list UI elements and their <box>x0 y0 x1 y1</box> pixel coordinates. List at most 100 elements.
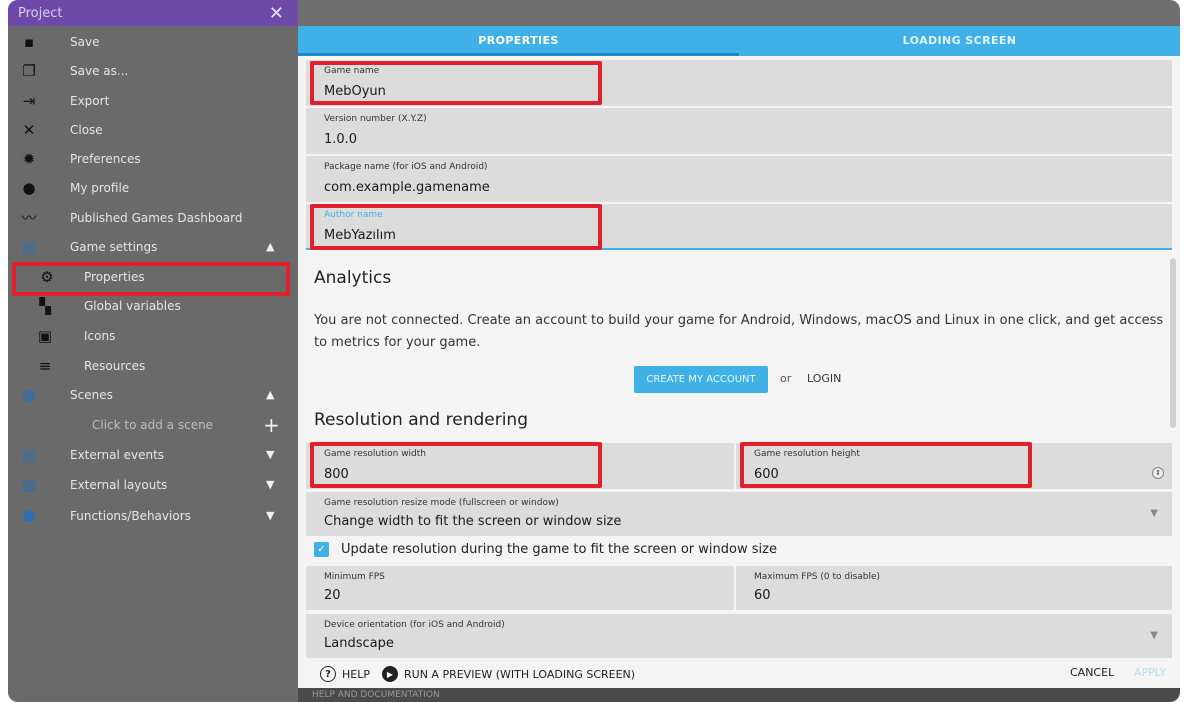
cancel-label: CANCEL <box>1070 666 1115 679</box>
sidebar-item-label: Properties <box>84 269 145 284</box>
sidebar-item-external-layouts[interactable]: ▧ External layouts ▼ <box>8 470 298 499</box>
sidebar-item-label: Save <box>70 34 100 49</box>
version-field[interactable]: Version number (X.Y.Z) 1.0.0 <box>306 108 1172 154</box>
field-label: Maximum FPS (0 to disable) <box>754 572 881 582</box>
run-preview-button[interactable]: ▶ RUN A PREVIEW (WITH LOADING SCREEN) <box>382 666 635 682</box>
sidebar-titlebar: Project ✕ <box>8 0 298 26</box>
field-value: MebYazılım <box>324 228 396 243</box>
sidebar-item-label: External events <box>70 447 165 462</box>
field-value: MebOyun <box>324 84 386 99</box>
field-label: Game resolution resize mode (fullscreen … <box>324 498 559 508</box>
resolution-title: Resolution and rendering <box>314 410 528 430</box>
copy-icon: ❐ <box>22 61 36 80</box>
plus-icon[interactable]: + <box>263 413 280 437</box>
close-sidebar-icon[interactable]: ✕ <box>269 3 284 24</box>
sidebar-item-resources[interactable]: ≡ Resources <box>8 351 298 380</box>
tab-properties[interactable]: PROPERTIES <box>298 26 739 56</box>
sidebar-item-properties[interactable]: ⚙ Properties <box>8 262 298 291</box>
help-button[interactable]: ? HELP <box>320 666 370 682</box>
chevron-up-icon[interactable]: ▲ <box>266 240 274 253</box>
max-fps-field[interactable]: Maximum FPS (0 to disable) 60 <box>736 566 1172 610</box>
sidebar-item-icons[interactable]: ▣ Icons <box>8 321 298 350</box>
field-value: 600 <box>754 467 779 482</box>
field-label: Game resolution height <box>754 449 860 459</box>
extension-icon: ⬢ <box>22 506 36 525</box>
sidebar-title: Project <box>18 5 63 21</box>
chevron-down-icon[interactable]: ▼ <box>266 478 274 491</box>
gear-icon: ✹ <box>22 149 36 168</box>
image-icon: ▣ <box>37 326 53 345</box>
sidebar-item-label: Functions/Behaviors <box>70 508 191 523</box>
sidebar-item-label: Resources <box>84 358 146 373</box>
author-name-field[interactable]: Author name MebYazılım <box>306 204 1172 250</box>
game-name-field[interactable]: Game name MebOyun <box>306 60 1172 106</box>
dropdown-arrow-icon: ▼ <box>1150 508 1158 519</box>
chevron-down-icon[interactable]: ▼ <box>266 509 274 522</box>
tab-loading-screen[interactable]: LOADING SCREEN <box>739 26 1180 56</box>
sidebar-item-save[interactable]: ▪ Save <box>8 27 298 56</box>
help-icon: ? <box>320 666 336 682</box>
sidebar-item-dashboard[interactable]: 〰 Published Games Dashboard <box>8 203 298 232</box>
sidebar-item-scenes[interactable]: ▦ Scenes ▲ <box>8 380 298 409</box>
play-icon: ▶ <box>382 666 398 682</box>
field-value: 800 <box>324 467 349 482</box>
user-icon: ● <box>22 178 36 197</box>
create-account-button[interactable]: CREATE MY ACCOUNT <box>634 366 768 393</box>
resources-icon: ≡ <box>38 356 52 375</box>
field-value: 1.0.0 <box>324 132 358 147</box>
sidebar-item-global-variables[interactable]: ▚ Global variables <box>8 291 298 320</box>
field-value: 20 <box>324 588 341 603</box>
dialog-tabs: PROPERTIES LOADING SCREEN <box>298 26 1180 56</box>
sidebar-item-label: Game settings <box>70 239 158 254</box>
field-label: Game resolution width <box>324 449 427 459</box>
field-label: Minimum FPS <box>324 572 385 582</box>
login-button[interactable]: LOGIN <box>807 372 841 385</box>
sidebar-item-external-events[interactable]: ▤ External events ▼ <box>8 440 298 469</box>
package-name-field[interactable]: Package name (for iOS and Android) com.e… <box>306 156 1172 202</box>
sidebar-item-label: Close <box>70 122 103 137</box>
sidebar-item-game-settings[interactable]: ▤ Game settings ▲ <box>8 232 298 261</box>
project-sidebar: Project ✕ ▪ Save ❐ Save as... ⇥ Export ✕… <box>8 0 298 702</box>
sidebar-item-export[interactable]: ⇥ Export <box>8 86 298 115</box>
apply-button[interactable]: APPLY <box>1134 666 1166 679</box>
update-resolution-checkbox-row[interactable]: ✓ Update resolution during the game to f… <box>314 542 777 557</box>
scenes-icon: ▦ <box>21 385 37 404</box>
field-label: Version number (X.Y.Z) <box>324 114 427 124</box>
resize-mode-select[interactable]: Game resolution resize mode (fullscreen … <box>306 492 1172 536</box>
stepper-icon[interactable]: ⇕ <box>1152 467 1164 479</box>
resolution-width-field[interactable]: Game resolution width 800 <box>306 443 734 489</box>
export-icon: ⇥ <box>22 91 36 110</box>
preview-label: RUN A PREVIEW (WITH LOADING SCREEN) <box>404 667 636 681</box>
analytics-description: You are not connected. Create an account… <box>314 313 1164 350</box>
sidebar-item-label: My profile <box>70 180 130 195</box>
sidebar-item-label: Icons <box>84 328 116 343</box>
min-fps-field[interactable]: Minimum FPS 20 <box>306 566 734 610</box>
layouts-icon: ▧ <box>21 475 37 494</box>
orientation-select[interactable]: Device orientation (for iOS and Android)… <box>306 614 1172 658</box>
field-label: Author name <box>324 210 383 220</box>
help-label: HELP <box>342 667 370 681</box>
help-documentation-strip: HELP AND DOCUMENTATION <box>298 688 1180 702</box>
cancel-button[interactable]: CANCEL <box>1070 666 1114 679</box>
field-label: Game name <box>324 66 380 76</box>
app-window: Project ✕ ▪ Save ❐ Save as... ⇥ Export ✕… <box>8 0 1180 702</box>
sidebar-item-close[interactable]: ✕ Close <box>8 115 298 144</box>
resolution-height-field[interactable]: Game resolution height 600 ⇕ <box>736 443 1172 489</box>
sidebar-item-label: Preferences <box>70 151 141 166</box>
sidebar-item-my-profile[interactable]: ● My profile <box>8 173 298 202</box>
apply-label: APPLY <box>1134 666 1167 679</box>
add-scene-row[interactable]: Click to add a scene + <box>8 410 298 439</box>
chevron-up-icon[interactable]: ▲ <box>266 388 274 401</box>
sidebar-item-preferences[interactable]: ✹ Preferences <box>8 144 298 173</box>
analytics-title: Analytics <box>314 268 392 288</box>
scrollbar[interactable] <box>1170 258 1176 428</box>
project-properties-dialog: PROPERTIES LOADING SCREEN Game name MebO… <box>298 26 1180 702</box>
close-icon: ✕ <box>22 120 36 139</box>
field-value: com.example.gamename <box>324 180 490 195</box>
field-label: Device orientation (for iOS and Android) <box>324 620 505 630</box>
sidebar-item-functions-behaviors[interactable]: ⬢ Functions/Behaviors ▼ <box>8 501 298 530</box>
checkbox-checked-icon[interactable]: ✓ <box>314 542 329 557</box>
sidebar-item-label: External layouts <box>70 477 168 492</box>
chevron-down-icon[interactable]: ▼ <box>266 448 274 461</box>
sidebar-item-save-as[interactable]: ❐ Save as... <box>8 56 298 85</box>
